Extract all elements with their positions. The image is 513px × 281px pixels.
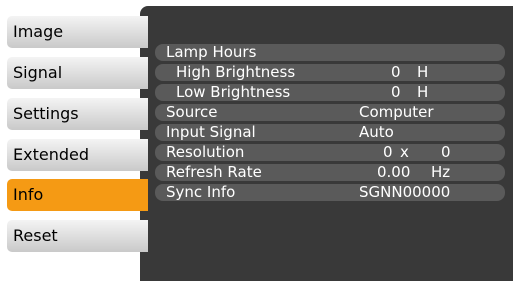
info-row-refresh-rate: Refresh Rate 0.00 Hz [155,164,505,181]
menu-item-info[interactable]: Info [7,179,148,211]
source-label: Source [166,103,218,121]
info-row-lamp-hours: Lamp Hours [155,44,505,61]
menu-item-settings[interactable]: Settings [7,98,148,130]
refresh-rate-value: 0.00 [377,163,411,181]
refresh-rate-unit: Hz [431,163,451,181]
low-brightness-label: Low Brightness [176,83,291,101]
menu-item-reset[interactable]: Reset [7,220,148,252]
lamp-hours-label: Lamp Hours [166,43,257,61]
low-brightness-unit: H [417,83,429,101]
menu-item-signal[interactable]: Signal [7,57,148,89]
info-row-low-brightness: Low Brightness 0 H [155,84,505,101]
sync-info-value: SGNN00000 [359,183,451,201]
menu-item-extended[interactable]: Extended [7,139,148,171]
sync-info-label: Sync Info [166,183,236,201]
menu-item-image[interactable]: Image [7,16,148,48]
refresh-rate-label: Refresh Rate [166,163,262,181]
info-row-input-signal: Input Signal Auto [155,124,505,141]
resolution-width: 0 [383,143,393,161]
resolution-separator: x [400,143,409,161]
input-signal-label: Input Signal [166,123,256,141]
info-row-sync-info: Sync Info SGNN00000 [155,184,505,201]
info-row-high-brightness: High Brightness 0 H [155,64,505,81]
info-row-resolution: Resolution 0 x 0 [155,144,505,161]
input-signal-value: Auto [359,123,394,141]
resolution-label: Resolution [166,143,245,161]
high-brightness-unit: H [417,63,429,81]
source-value: Computer [359,103,434,121]
low-brightness-value: 0 [391,83,401,101]
info-row-source: Source Computer [155,104,505,121]
high-brightness-label: High Brightness [176,63,296,81]
high-brightness-value: 0 [391,63,401,81]
resolution-height: 0 [441,143,451,161]
